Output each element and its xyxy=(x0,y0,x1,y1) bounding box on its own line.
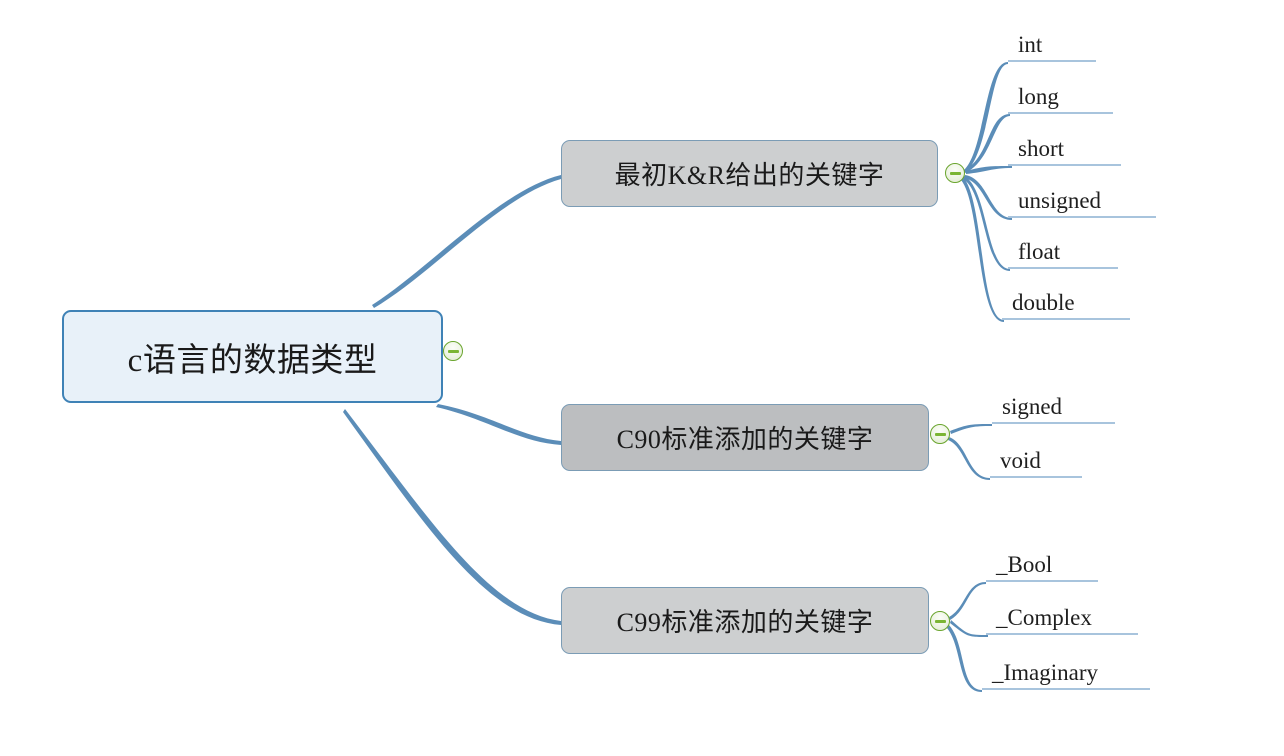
branch-node-kr[interactable]: 最初K&R给出的关键字 xyxy=(561,140,938,207)
leaf-imaginary[interactable]: _Imaginary xyxy=(982,654,1150,690)
leaf-short[interactable]: short xyxy=(1008,130,1121,166)
minus-icon xyxy=(934,432,946,436)
leaf-float[interactable]: float xyxy=(1008,233,1118,269)
edge-c99-to-imaginary xyxy=(947,625,982,692)
branch-kr-collapse-toggle[interactable] xyxy=(945,163,965,183)
edge-c90-to-void xyxy=(948,437,990,480)
root-node-label: c语言的数据类型 xyxy=(127,342,378,379)
root-collapse-toggle[interactable] xyxy=(443,341,463,361)
branch-node-c99-label: C99标准添加的关键字 xyxy=(616,608,874,637)
leaf-double[interactable]: double xyxy=(1002,284,1130,320)
minus-icon xyxy=(934,619,946,623)
leaf-double-label: double xyxy=(1012,290,1075,315)
edge-kr-to-long xyxy=(964,114,1010,173)
edge-root-to-c90 xyxy=(436,404,561,445)
leaf-imaginary-label: _Imaginary xyxy=(992,660,1099,685)
leaf-long[interactable]: long xyxy=(1008,78,1113,114)
leaf-long-label: long xyxy=(1018,84,1059,109)
edge-c99-to-complex xyxy=(950,620,988,637)
leaf-float-label: float xyxy=(1018,239,1061,264)
leaf-bool[interactable]: _Bool xyxy=(986,546,1098,582)
leaf-unsigned[interactable]: unsigned xyxy=(1008,182,1156,218)
minus-icon xyxy=(447,349,459,353)
branch-c99-collapse-toggle[interactable] xyxy=(930,611,950,631)
leaf-signed-label: signed xyxy=(1002,394,1063,419)
branch-node-c90-label: C90标准添加的关键字 xyxy=(616,425,874,454)
root-node[interactable]: c语言的数据类型 xyxy=(62,310,443,403)
edge-kr-to-unsigned xyxy=(964,175,1012,220)
leaf-unsigned-label: unsigned xyxy=(1018,188,1102,213)
branch-c90-collapse-toggle[interactable] xyxy=(930,424,950,444)
leaf-void-label: void xyxy=(1000,448,1041,473)
leaf-void[interactable]: void xyxy=(990,442,1082,478)
branch-node-c99[interactable]: C99标准添加的关键字 xyxy=(561,587,929,654)
edge-c90-to-signed xyxy=(950,424,992,434)
edge-kr-to-short xyxy=(966,166,1012,174)
mindmap-canvas: c语言的数据类型 最初K&R给出的关键字 int long short unsi… xyxy=(0,0,1284,756)
leaf-complex-label: _Complex xyxy=(996,605,1092,630)
edge-kr-to-float xyxy=(963,176,1010,271)
minus-icon xyxy=(949,171,961,175)
branch-node-kr-label: 最初K&R给出的关键字 xyxy=(614,161,885,190)
edge-kr-to-double xyxy=(961,177,1004,322)
edge-c99-to-bool xyxy=(949,582,986,620)
leaf-complex[interactable]: _Complex xyxy=(986,599,1138,635)
leaf-bool-label: _Bool xyxy=(996,552,1053,577)
leaf-signed[interactable]: signed xyxy=(992,388,1115,424)
leaf-int[interactable]: int xyxy=(1008,26,1096,62)
edge-kr-to-int xyxy=(964,62,1008,173)
leaf-short-label: short xyxy=(1018,136,1064,161)
branch-node-c90[interactable]: C90标准添加的关键字 xyxy=(561,404,929,471)
leaf-int-label: int xyxy=(1018,32,1043,57)
edge-root-to-c99 xyxy=(343,409,561,625)
edge-root-to-kr xyxy=(372,175,561,308)
